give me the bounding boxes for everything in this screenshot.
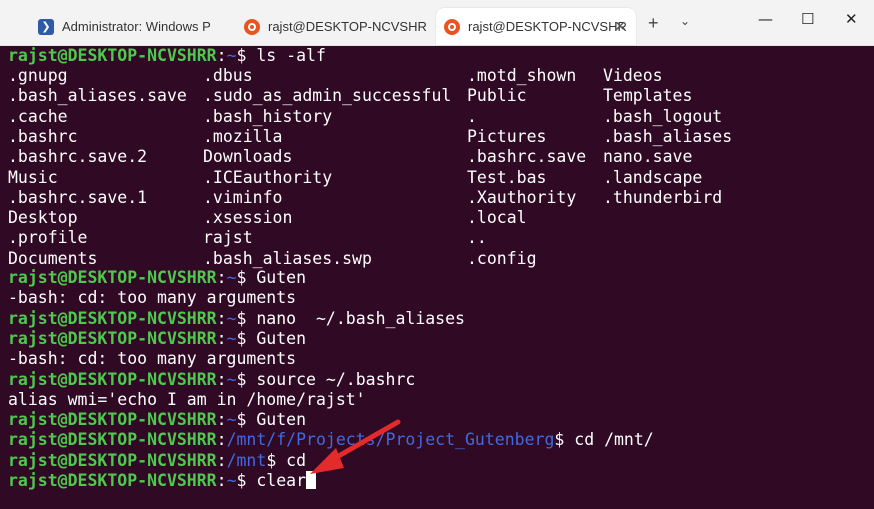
arrow-shaft xyxy=(327,419,401,464)
tab-close-icon[interactable]: ✕ xyxy=(614,18,626,35)
chevron-down-icon[interactable]: ⌄ xyxy=(680,14,690,28)
terminal-area[interactable]: rajst@DESKTOP-NCVSHRR:~$ ls -alf .gnupg.… xyxy=(0,46,874,509)
minimize-button[interactable]: — xyxy=(758,10,773,28)
new-tab-button[interactable]: + xyxy=(648,13,659,34)
ubuntu-icon xyxy=(444,18,460,35)
tab-powershell[interactable]: ❯ Administrator: Windows P xyxy=(30,8,230,45)
tab-label: rajst@DESKTOP-NCVSHR xyxy=(468,19,627,34)
ubuntu-icon xyxy=(244,18,260,35)
arrow-head xyxy=(310,448,344,474)
red-arrow-annotation xyxy=(310,419,401,474)
tab-label: rajst@DESKTOP-NCVSHR xyxy=(268,19,427,34)
title-bar: ❯ Administrator: Windows P rajst@DESKTOP… xyxy=(0,0,874,46)
tab-label: Administrator: Windows P xyxy=(62,19,211,34)
close-button[interactable]: ✕ xyxy=(845,10,858,28)
tab-ubuntu-2-active[interactable]: rajst@DESKTOP-NCVSHR ✕ xyxy=(436,8,636,45)
tab-ubuntu-1[interactable]: rajst@DESKTOP-NCVSHR xyxy=(236,8,436,45)
powershell-icon: ❯ xyxy=(38,18,54,35)
maximize-button[interactable]: ☐ xyxy=(801,10,814,28)
